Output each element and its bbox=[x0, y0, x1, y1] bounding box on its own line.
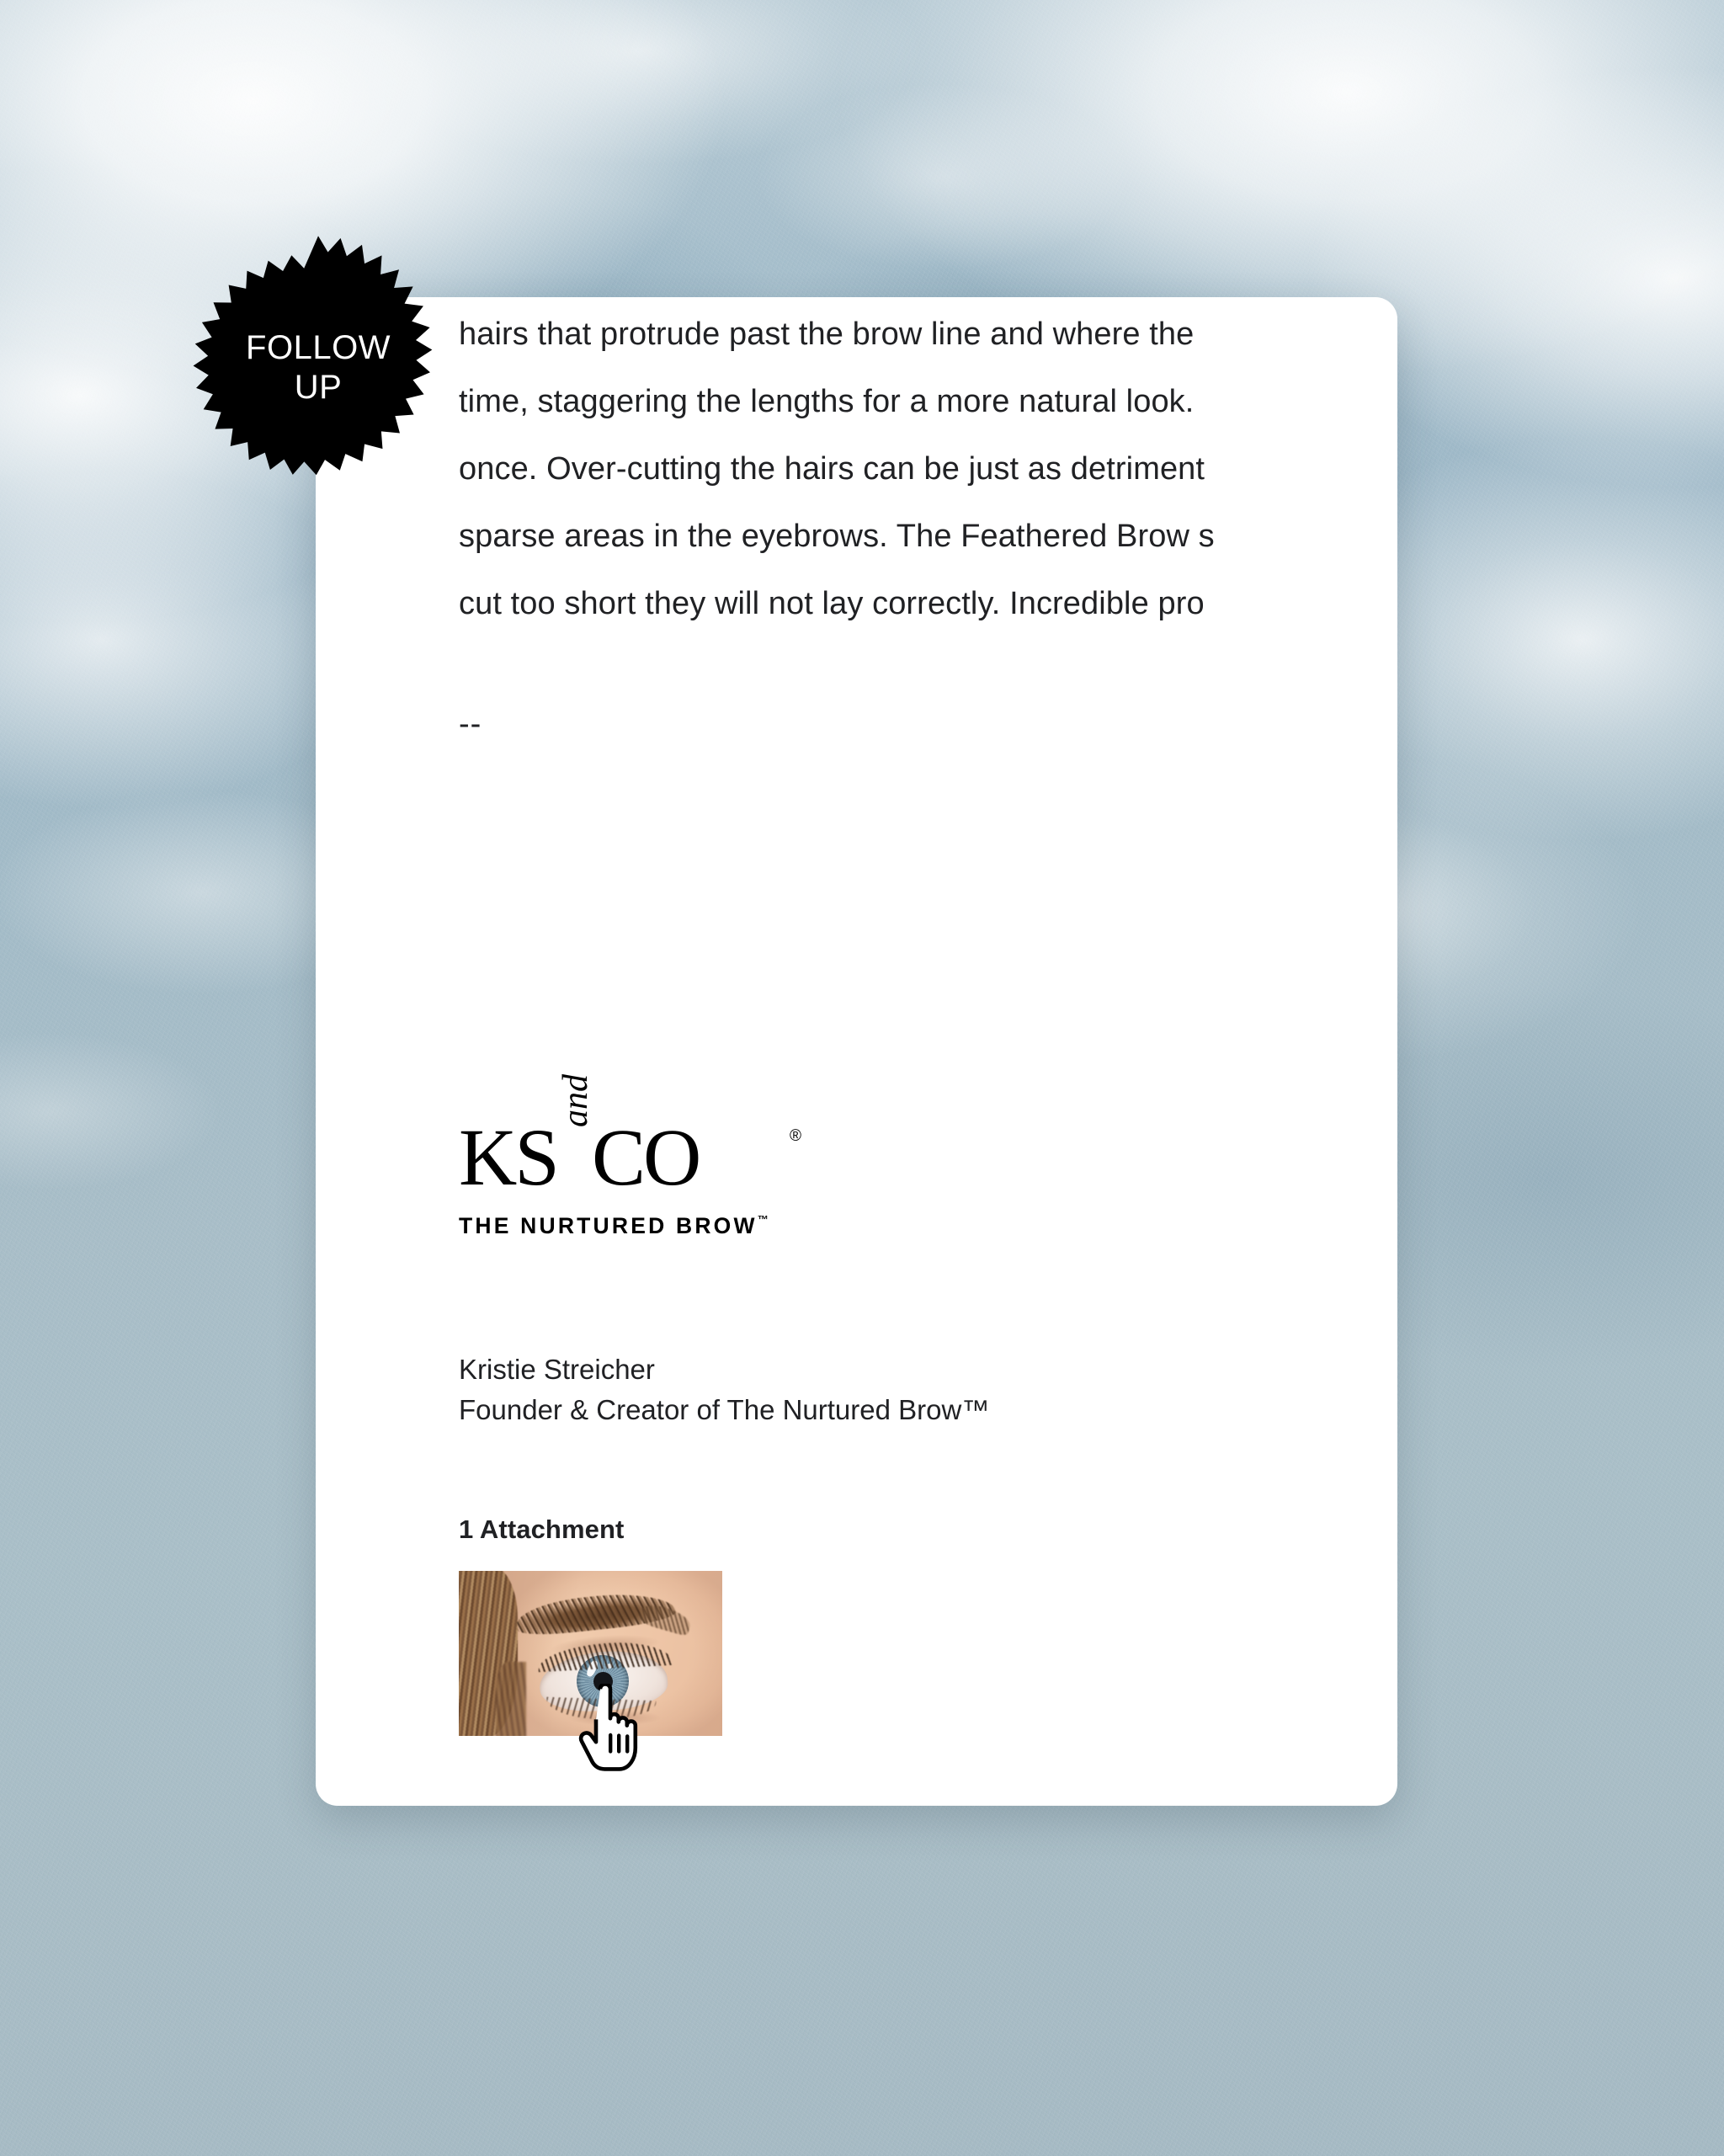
follow-up-badge: FOLLOW UP bbox=[184, 233, 453, 503]
email-body-text: hairs that protrude past the brow line a… bbox=[316, 297, 1397, 637]
logo-registered-mark: ® bbox=[790, 1127, 801, 1145]
body-line: hairs that protrude past the brow line a… bbox=[459, 317, 1195, 352]
logo-tagline-tm: ™ bbox=[757, 1213, 769, 1226]
logo-and-text: and bbox=[556, 1074, 595, 1127]
body-line: once. Over-cutting the hairs can be just… bbox=[459, 451, 1205, 487]
eye-photo-pupil bbox=[593, 1672, 613, 1691]
attachments-section: 1 Attachment bbox=[459, 1515, 722, 1736]
signature-separator: -- bbox=[459, 706, 482, 742]
logo-ks-text: KS bbox=[459, 1112, 560, 1202]
eye-photo-undereye-shadow bbox=[551, 1709, 678, 1731]
body-line: time, staggering the lengths for a more … bbox=[459, 384, 1195, 419]
attachment-count-label: 1 Attachment bbox=[459, 1515, 625, 1544]
signature-title: Founder & Creator of The Nurtured Brow™ bbox=[459, 1394, 990, 1425]
body-line: sparse areas in the eyebrows. The Feathe… bbox=[459, 519, 1215, 554]
logo-tagline-text: THE NURTURED BROW bbox=[459, 1213, 758, 1238]
eye-photo-hair-strand bbox=[496, 1662, 526, 1736]
logo-wordmark: KS and CO ® bbox=[459, 1074, 812, 1198]
signature-name: Kristie Streicher bbox=[459, 1354, 655, 1385]
starburst-shape bbox=[193, 236, 433, 476]
attachment-thumbnail-eye-photo[interactable] bbox=[459, 1571, 722, 1736]
email-card: hairs that protrude past the brow line a… bbox=[316, 297, 1397, 1806]
logo-co-text: CO bbox=[592, 1112, 701, 1202]
body-line: cut too short they will not lay correctl… bbox=[459, 586, 1205, 621]
logo-tagline: THE NURTURED BROW™ bbox=[459, 1213, 812, 1239]
brand-logo: KS and CO ® THE NURTURED BROW™ bbox=[459, 1074, 812, 1239]
email-signature: Kristie Streicher Founder & Creator of T… bbox=[459, 1349, 989, 1430]
